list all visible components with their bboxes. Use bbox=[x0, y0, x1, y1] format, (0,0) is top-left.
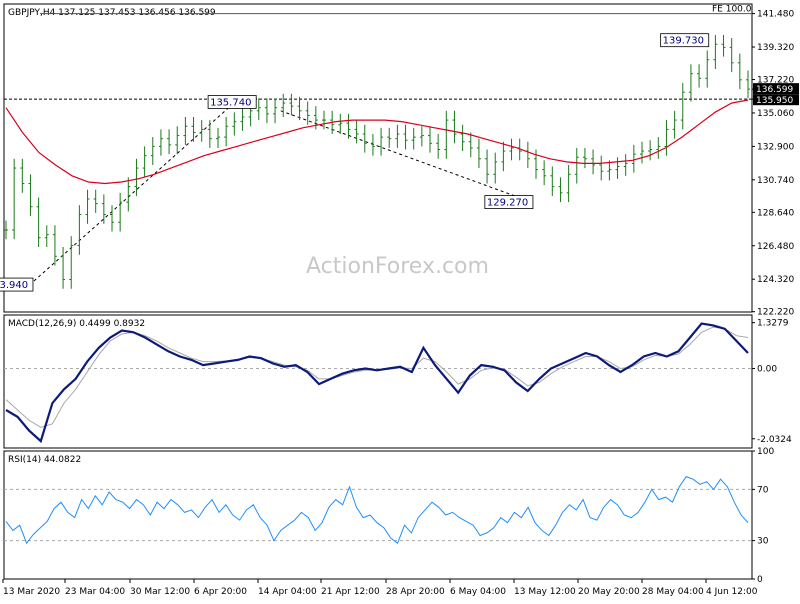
chart-svg: GBPJPY,H4 137.125 137.453 136.456 136.59… bbox=[0, 3, 799, 597]
macd-y-tick-label: -2.0324 bbox=[757, 435, 792, 445]
x-axis-tick-label: 21 Apr 12:00 bbox=[321, 587, 380, 597]
rsi-y-tick-label: 100 bbox=[757, 447, 774, 457]
panel-frame-2 bbox=[3, 450, 753, 580]
price-y-tick-label: 135.060 bbox=[757, 109, 794, 119]
rsi-line bbox=[5, 475, 749, 545]
trendline bbox=[33, 104, 233, 282]
price-y-tick-label: 124.320 bbox=[757, 275, 794, 285]
fe-level-label: FE 100.0 bbox=[712, 5, 752, 15]
price-annotation-label: 129.270 bbox=[487, 198, 528, 209]
price-y-tick-label: 141.480 bbox=[757, 10, 794, 20]
price-y-tick-label: 132.900 bbox=[757, 142, 794, 152]
x-axis-tick-label: 4 Jun 12:00 bbox=[706, 587, 758, 597]
macd-panel-title: MACD(12,26,9) 0.4499 0.8932 bbox=[8, 319, 145, 329]
rsi-y-tick-label: 0 bbox=[757, 575, 763, 585]
price-y-tick-label: 122.220 bbox=[757, 308, 794, 318]
x-axis-tick-label: 20 May 20:00 bbox=[578, 587, 640, 597]
macd-y-tick-label: 1.3279 bbox=[757, 319, 789, 329]
macd-y-tick-label: 0.00 bbox=[757, 365, 777, 375]
x-axis-tick-label: 28 Apr 20:00 bbox=[386, 587, 445, 597]
channel-line bbox=[280, 110, 528, 202]
price-annotation-label: 135.740 bbox=[210, 97, 251, 108]
x-axis-tick-label: 13 Mar 2020 bbox=[3, 587, 60, 597]
ema-line bbox=[5, 99, 749, 185]
chart-container: GBPJPY,H4 137.125 137.453 136.456 136.59… bbox=[0, 0, 800, 600]
rsi-y-tick-label: 70 bbox=[757, 485, 769, 495]
macd-line bbox=[5, 322, 749, 444]
x-axis-tick-label: 30 Mar 12:00 bbox=[130, 587, 190, 597]
price-annotation-label: 139.730 bbox=[663, 36, 704, 47]
support-price-label: 135.950 bbox=[756, 96, 793, 106]
x-axis-tick-label: 6 Apr 20:00 bbox=[194, 587, 247, 597]
price-y-tick-label: 128.640 bbox=[757, 208, 794, 218]
x-axis-tick-label: 23 Mar 04:00 bbox=[65, 587, 125, 597]
rsi-y-tick-label: 30 bbox=[757, 537, 769, 547]
price-y-tick-label: 126.480 bbox=[757, 242, 794, 252]
macd-signal-line bbox=[5, 326, 749, 428]
rsi-panel-title: RSI(14) 44.0822 bbox=[8, 455, 81, 465]
price-y-tick-label: 130.740 bbox=[757, 176, 794, 186]
last-price-label: 136.599 bbox=[756, 85, 793, 95]
x-axis-tick-label: 6 May 04:00 bbox=[450, 587, 506, 597]
x-axis-tick-label: 13 May 12:00 bbox=[514, 587, 576, 597]
price-panel-title: GBPJPY,H4 137.125 137.453 136.456 136.59… bbox=[8, 8, 216, 18]
watermark: ActionForex.com bbox=[306, 254, 489, 279]
price-annotation-label: 3.940 bbox=[0, 280, 28, 291]
price-bars bbox=[4, 34, 750, 289]
price-y-tick-label: 139.320 bbox=[757, 43, 794, 53]
x-axis-tick-label: 28 May 04:00 bbox=[642, 587, 704, 597]
x-axis-tick-label: 14 Apr 04:00 bbox=[258, 587, 317, 597]
